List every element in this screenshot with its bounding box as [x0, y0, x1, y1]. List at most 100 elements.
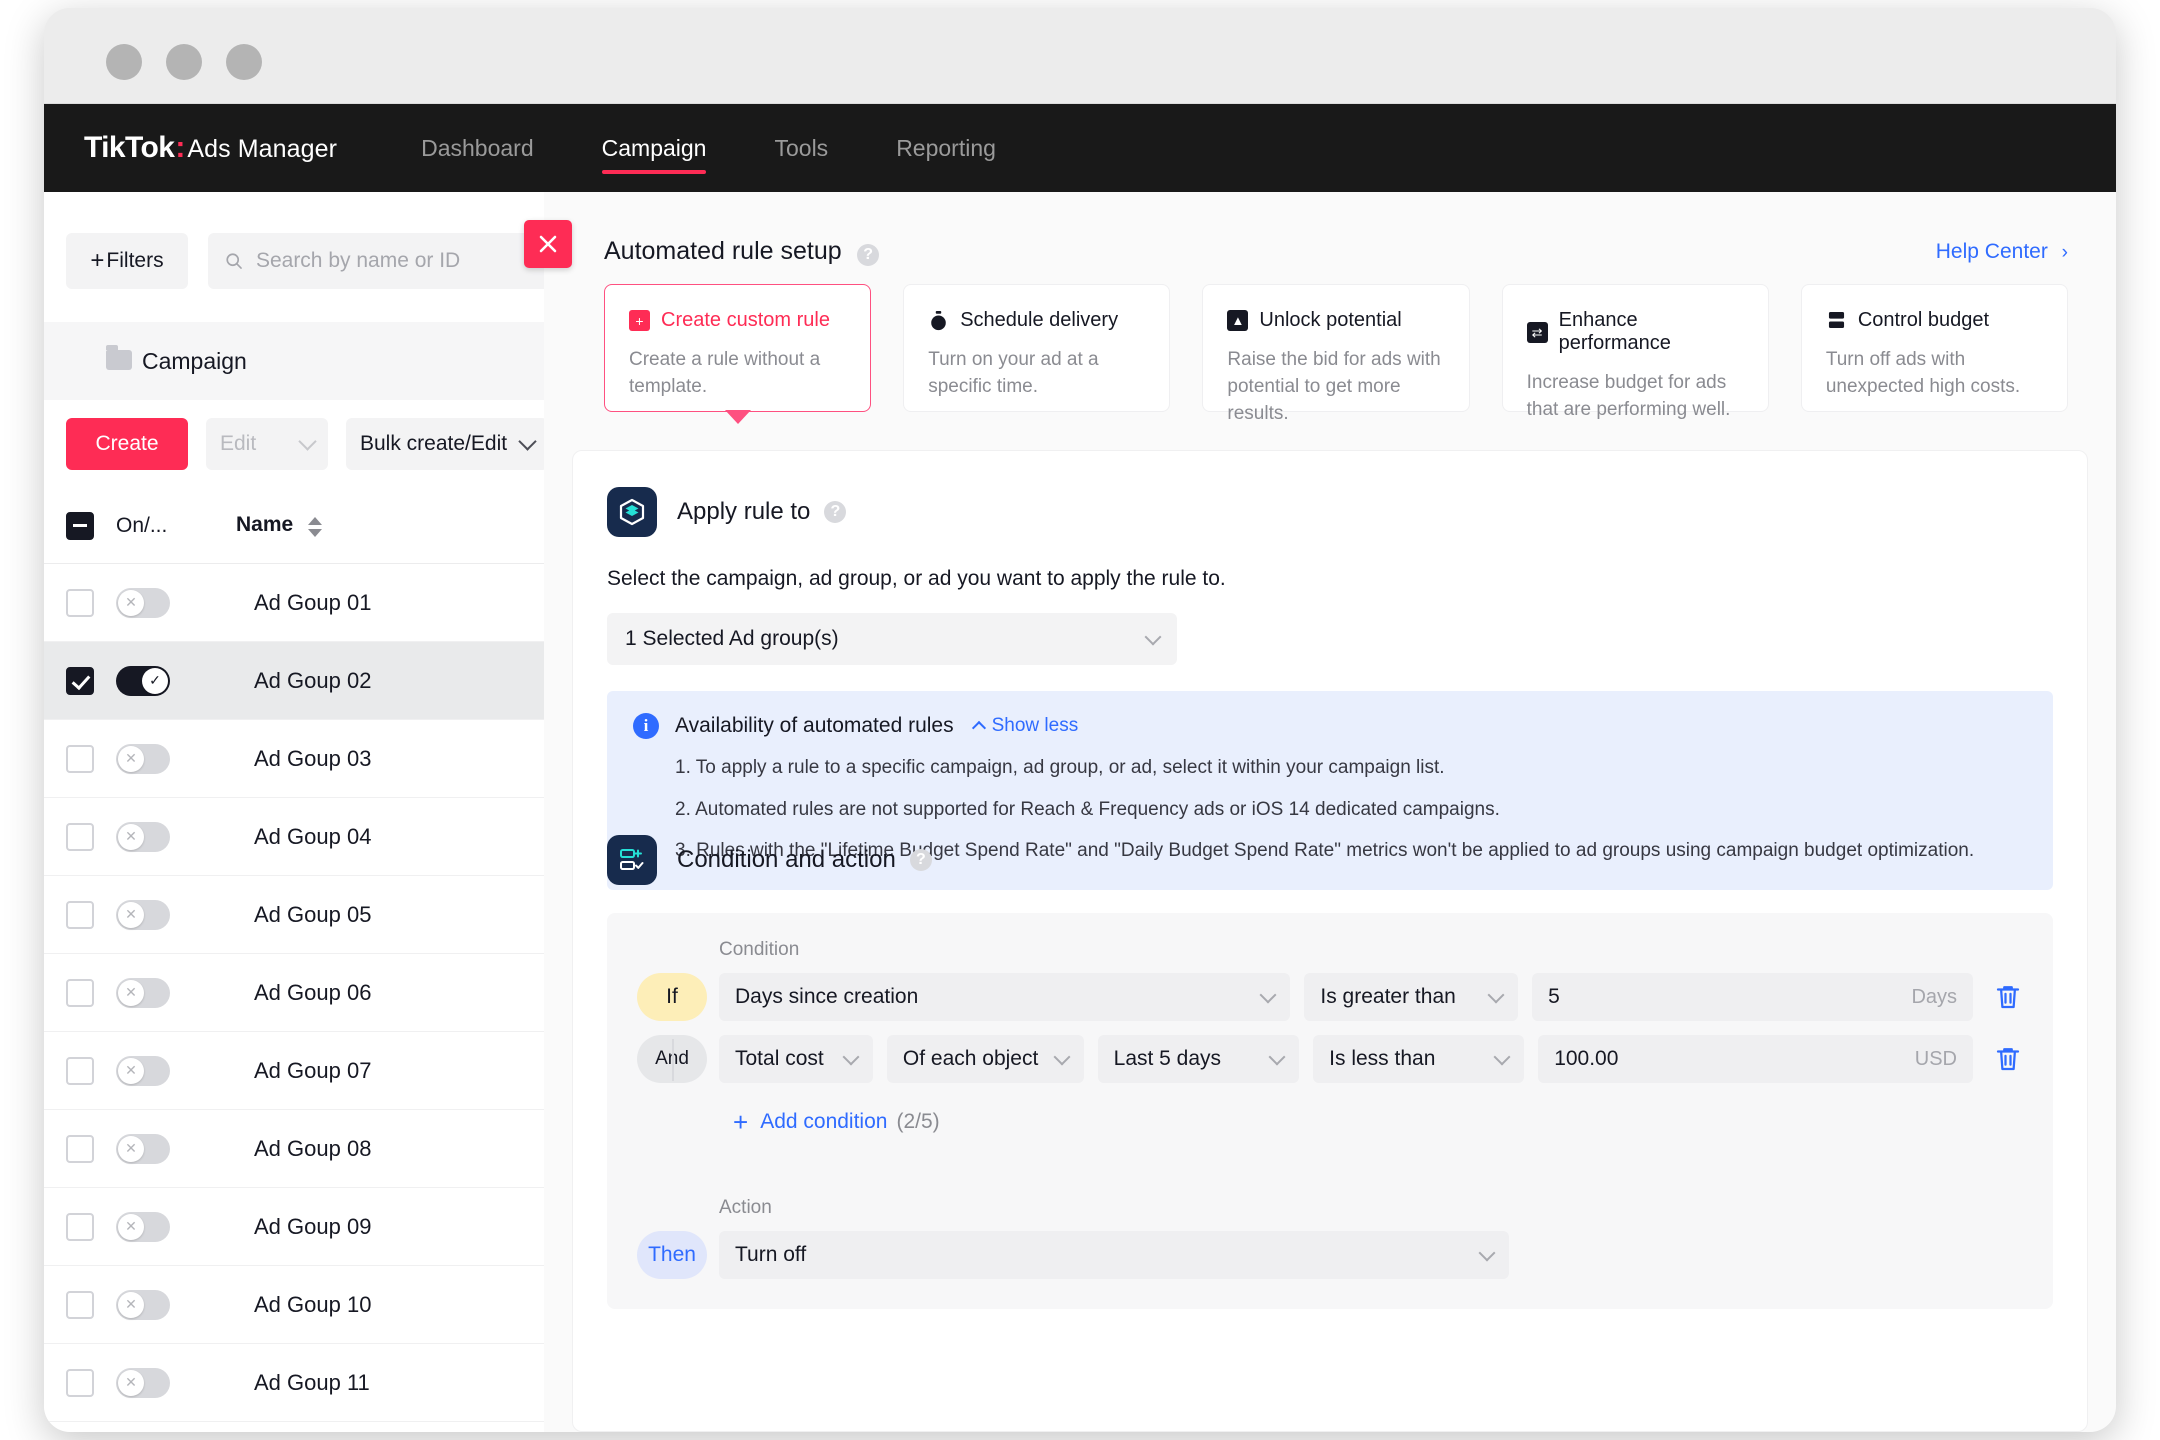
chevron-down-icon — [1487, 986, 1505, 1003]
brand-logo[interactable]: TikTok: Ads Manager — [84, 131, 337, 165]
row-toggle-cell: ✕ — [116, 1211, 236, 1242]
table-row[interactable]: ✕ Ad Goup 06 — [44, 954, 584, 1032]
condition-and-action-header: Condition and action ? — [573, 835, 2087, 885]
row-status-toggle[interactable]: ✕ — [116, 1289, 170, 1320]
template-card-enhance-performance[interactable]: ⇄ Enhance performance Increase budget fo… — [1501, 284, 1769, 420]
chevron-down-icon — [1144, 628, 1162, 645]
row-checkbox[interactable] — [66, 588, 94, 617]
bulk-create-edit-button[interactable]: Bulk create/Edit — [346, 418, 549, 470]
sidebar-tab-campaign[interactable]: Campaign — [44, 322, 584, 400]
select-all-cell — [44, 511, 116, 540]
cross-icon: ✕ — [118, 1057, 144, 1084]
trending-icon: ▲ — [1227, 310, 1249, 331]
row-checkbox[interactable] — [66, 978, 94, 1007]
row-checkbox[interactable] — [66, 1134, 94, 1163]
row-checkbox[interactable] — [66, 1290, 94, 1319]
folder-icon — [106, 345, 132, 370]
help-question-icon[interactable]: ? — [909, 849, 932, 871]
template-card-heading: ⇄ Enhance performance — [1526, 309, 1744, 355]
trash-icon[interactable] — [1993, 982, 2023, 1012]
row-status-toggle[interactable]: ✕ — [116, 1367, 170, 1398]
template-card-control-budget[interactable]: Control budget Turn off ads with unexpec… — [1800, 284, 2069, 412]
search-input[interactable] — [255, 249, 568, 273]
condition-value-input-1[interactable]: 5 Days — [1532, 973, 1974, 1021]
add-condition-button[interactable]: + Add condition (2/5) — [733, 1109, 2023, 1135]
nav-item-reporting[interactable]: Reporting — [888, 104, 1004, 192]
condition-icon — [607, 835, 657, 885]
row-status-toggle[interactable]: ✕ — [116, 821, 170, 852]
window-minimize-button[interactable] — [166, 44, 202, 80]
help-question-icon[interactable]: ? — [857, 243, 880, 266]
edit-dropdown-button[interactable]: Edit — [206, 418, 328, 470]
row-status-toggle[interactable]: ✕ — [116, 977, 170, 1008]
table-row[interactable]: ✕ Ad Goup 04 — [44, 798, 584, 876]
condition-scope-select-2[interactable]: Of each object — [886, 1035, 1084, 1083]
row-status-toggle[interactable]: ✕ — [116, 743, 170, 774]
action-select[interactable]: Turn off — [719, 1231, 1509, 1279]
template-card-unlock-potential[interactable]: ▲ Unlock potential Raise the bid for ads… — [1202, 284, 1470, 424]
template-card-create-custom-rule[interactable]: + Create custom rule Create a rule witho… — [604, 284, 872, 412]
row-status-toggle[interactable]: ✕ — [116, 899, 170, 930]
row-checkbox[interactable] — [66, 1056, 94, 1085]
cross-icon: ✕ — [118, 1213, 144, 1240]
condition-metric-select-2[interactable]: Total cost — [719, 1035, 873, 1083]
close-panel-button[interactable] — [524, 220, 572, 268]
panel-title-group: Automated rule setup ? — [604, 237, 880, 266]
column-header-name[interactable]: Name — [236, 513, 293, 537]
row-checkbox[interactable] — [66, 1368, 94, 1397]
sidebar-action-row: Create Edit Bulk create/Edit — [44, 408, 584, 480]
cross-icon: ✕ — [118, 1291, 144, 1318]
nav-item-campaign[interactable]: Campaign — [594, 104, 715, 192]
apply-rule-to-select-value: 1 Selected Ad group(s) — [625, 627, 839, 650]
apply-rule-to-select[interactable]: 1 Selected Ad group(s) — [607, 613, 1177, 665]
table-row[interactable]: ✕ Ad Goup 05 — [44, 876, 584, 954]
table-row[interactable]: ✕ Ad Goup 07 — [44, 1032, 584, 1110]
template-card-schedule-delivery[interactable]: Schedule delivery Turn on your ad at a s… — [903, 284, 1171, 412]
condition-metric-select-1[interactable]: Days since creation — [719, 973, 1291, 1021]
table-row[interactable]: ✓ Ad Goup 02 — [44, 642, 584, 720]
help-question-icon[interactable]: ? — [824, 501, 847, 523]
info-banner-line: 2. Automated rules are not supported for… — [675, 798, 1500, 820]
table-row[interactable]: ✕ Ad Goup 01 — [44, 564, 584, 642]
window-close-button[interactable] — [106, 44, 142, 80]
row-checkbox-cell — [44, 1212, 116, 1241]
template-card-heading: + Create custom rule — [629, 309, 846, 332]
nav-item-dashboard[interactable]: Dashboard — [413, 104, 542, 192]
create-button[interactable]: Create — [66, 418, 188, 470]
column-header-onoff[interactable]: On/... — [116, 514, 236, 538]
row-status-toggle[interactable]: ✕ — [116, 587, 170, 618]
chevron-down-icon — [518, 432, 537, 451]
row-name: Ad Goup 02 — [254, 667, 372, 693]
show-less-link[interactable]: Show less — [971, 715, 1078, 737]
trash-icon[interactable] — [1993, 1044, 2023, 1074]
table-row[interactable]: ✕ Ad Goup 10 — [44, 1266, 584, 1344]
template-card-description: Turn off ads with unexpected high costs. — [1825, 349, 2021, 397]
row-toggle-cell: ✕ — [116, 899, 236, 930]
help-center-link[interactable]: Help Center › — [1936, 240, 2068, 264]
row-status-toggle[interactable]: ✕ — [116, 1055, 170, 1086]
row-status-toggle[interactable]: ✕ — [116, 1133, 170, 1164]
filters-button[interactable]: + Filters — [66, 233, 188, 289]
window-maximize-button[interactable] — [226, 44, 262, 80]
nav-item-tools[interactable]: Tools — [766, 104, 836, 192]
table-row[interactable]: ✕ Ad Goup 03 — [44, 720, 584, 798]
row-checkbox[interactable] — [66, 1212, 94, 1241]
row-status-toggle[interactable]: ✓ — [116, 665, 170, 696]
select-all-checkbox[interactable] — [66, 511, 94, 540]
condition-timerange-value-2: Last 5 days — [1113, 1047, 1222, 1070]
row-checkbox[interactable] — [66, 744, 94, 773]
condition-timerange-select-2[interactable]: Last 5 days — [1097, 1035, 1300, 1083]
condition-value-input-2[interactable]: 100.00 USD — [1538, 1035, 1973, 1083]
table-row[interactable]: ✕ Ad Goup 11 — [44, 1344, 584, 1422]
condition-operator-select-2[interactable]: Is less than — [1313, 1035, 1525, 1083]
table-row[interactable]: ✕ Ad Goup 08 — [44, 1110, 584, 1188]
template-card-heading: Schedule delivery — [928, 309, 1145, 332]
row-checkbox-cell — [44, 822, 116, 851]
row-checkbox[interactable] — [66, 900, 94, 929]
sort-icon[interactable] — [307, 516, 322, 538]
row-checkbox[interactable] — [66, 822, 94, 851]
row-checkbox[interactable] — [66, 666, 94, 695]
table-row[interactable]: ✕ Ad Goup 09 — [44, 1188, 584, 1266]
condition-operator-select-1[interactable]: Is greater than — [1304, 973, 1519, 1021]
row-status-toggle[interactable]: ✕ — [116, 1211, 170, 1242]
